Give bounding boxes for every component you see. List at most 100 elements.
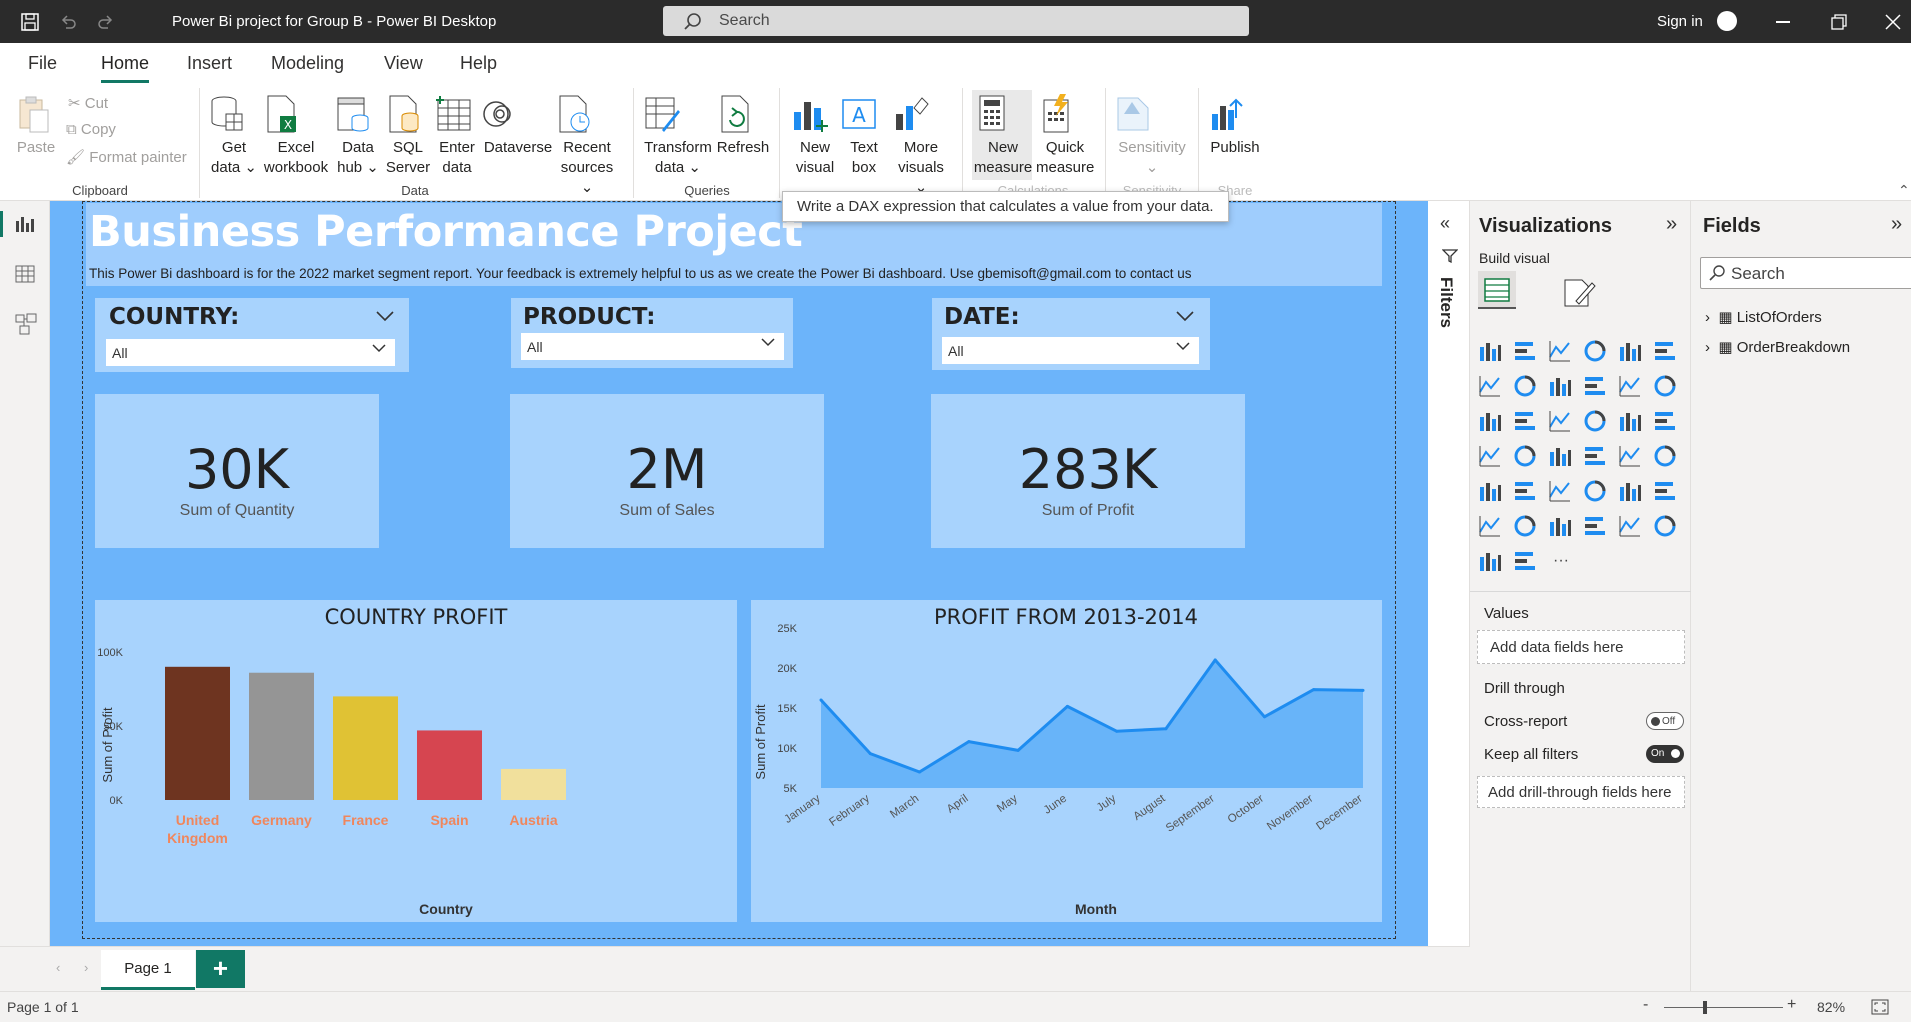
fit-to-page-icon[interactable]: [1871, 999, 1889, 1015]
visual-type-icon[interactable]: [1478, 479, 1504, 505]
collapse-fields-icon[interactable]: »: [1891, 213, 1902, 236]
prev-page-icon[interactable]: ‹: [56, 960, 60, 975]
new-visual-button[interactable]: Newvisual: [790, 94, 840, 178]
visual-type-icon[interactable]: [1618, 479, 1644, 505]
expand-filters-icon[interactable]: «: [1440, 213, 1450, 234]
add-page-button[interactable]: +: [196, 950, 245, 988]
avatar[interactable]: [1717, 11, 1737, 31]
page-tab[interactable]: Page 1: [101, 950, 195, 990]
visual-type-icon[interactable]: [1513, 409, 1539, 435]
visual-type-icon[interactable]: [1618, 409, 1644, 435]
menu-insert[interactable]: Insert: [187, 53, 232, 74]
visual-type-icon[interactable]: [1653, 409, 1679, 435]
visual-type-icon[interactable]: [1653, 514, 1679, 540]
keep-filters-toggle[interactable]: On: [1646, 745, 1684, 763]
more-visuals-icon[interactable]: ···: [1548, 549, 1574, 575]
country-profit-chart[interactable]: COUNTRY PROFIT Sum of Profit Country 0K5…: [95, 600, 737, 922]
fields-search-input[interactable]: Search: [1700, 257, 1911, 289]
redo-icon[interactable]: [96, 12, 116, 32]
kpi-card-profit[interactable]: 283K Sum of Profit: [931, 394, 1245, 548]
visual-type-icon[interactable]: [1618, 339, 1644, 365]
visual-type-icon[interactable]: [1653, 339, 1679, 365]
dataverse-button[interactable]: Dataverse: [480, 94, 556, 158]
sign-in-link[interactable]: Sign in: [1657, 13, 1703, 30]
report-view-icon[interactable]: [15, 215, 35, 233]
visual-type-icon[interactable]: [1618, 514, 1644, 540]
visual-type-icon[interactable]: [1478, 549, 1504, 575]
get-data-button[interactable]: Getdata ⌄: [208, 94, 260, 178]
visual-type-icon[interactable]: [1548, 444, 1574, 470]
visual-type-icon[interactable]: [1478, 374, 1504, 400]
format-visual-icon[interactable]: [1562, 277, 1596, 309]
recent-sources-button[interactable]: Recentsources ⌄: [554, 94, 620, 198]
undo-icon[interactable]: [58, 12, 78, 32]
sensitivity-button[interactable]: Sensitivity⌄: [1114, 94, 1190, 178]
text-box-button[interactable]: A Textbox: [840, 94, 888, 178]
visual-type-icon[interactable]: [1583, 444, 1609, 470]
visual-type-icon[interactable]: [1513, 549, 1539, 575]
model-view-icon[interactable]: [15, 313, 37, 335]
visual-type-icon[interactable]: [1548, 479, 1574, 505]
menu-help[interactable]: Help: [460, 53, 497, 74]
excel-workbook-button[interactable]: X Excelworkbook: [262, 94, 330, 178]
field-table-item[interactable]: › ▦ ListOfOrders: [1705, 308, 1822, 326]
visual-type-icon[interactable]: [1548, 409, 1574, 435]
visual-type-icon[interactable]: [1653, 374, 1679, 400]
publish-button[interactable]: Publish: [1206, 94, 1264, 158]
save-icon[interactable]: [20, 12, 40, 32]
chevron-down-icon[interactable]: [375, 310, 395, 322]
close-icon[interactable]: [1885, 14, 1901, 30]
quick-measure-button[interactable]: Quickmeasure: [1036, 94, 1094, 178]
search-box[interactable]: Search: [663, 6, 1249, 36]
visual-type-icon[interactable]: [1513, 514, 1539, 540]
visual-type-icon[interactable]: [1618, 444, 1644, 470]
visual-type-icon[interactable]: [1583, 514, 1609, 540]
enter-data-button[interactable]: Enterdata: [434, 94, 480, 178]
visual-type-icon[interactable]: [1548, 374, 1574, 400]
zoom-thumb[interactable]: [1703, 1001, 1707, 1014]
data-view-icon[interactable]: [15, 265, 35, 283]
refresh-button[interactable]: Refresh: [716, 94, 770, 158]
minimize-icon[interactable]: [1776, 21, 1790, 23]
filters-pane[interactable]: « Filters: [1428, 201, 1470, 946]
visual-type-icon[interactable]: [1513, 374, 1539, 400]
menu-file[interactable]: File: [28, 53, 57, 74]
zoom-out-button[interactable]: -: [1643, 996, 1648, 1014]
next-page-icon[interactable]: ›: [84, 960, 88, 975]
cross-report-toggle[interactable]: Off: [1646, 712, 1684, 730]
chevron-down-icon[interactable]: [1175, 310, 1195, 322]
sql-server-button[interactable]: SQLServer: [384, 94, 432, 178]
visual-type-icon[interactable]: [1583, 374, 1609, 400]
visual-type-icon[interactable]: [1478, 409, 1504, 435]
country-slicer[interactable]: COUNTRY: All: [95, 298, 409, 372]
profit-trend-chart[interactable]: PROFIT FROM 2013-2014 Sum of Profit Mont…: [751, 600, 1382, 922]
product-slicer[interactable]: PRODUCT: All: [511, 298, 793, 368]
visual-type-icon[interactable]: [1583, 409, 1609, 435]
menu-modeling[interactable]: Modeling: [271, 53, 344, 74]
visual-type-icon[interactable]: [1618, 374, 1644, 400]
new-measure-button[interactable]: Newmeasure: [972, 94, 1034, 178]
visual-type-icon[interactable]: [1513, 339, 1539, 365]
copy-button[interactable]: ⧉ Copy: [66, 121, 116, 138]
date-slicer[interactable]: DATE: All: [932, 298, 1210, 370]
field-table-item[interactable]: › ▦ OrderBreakdown: [1705, 338, 1850, 356]
visual-type-icon[interactable]: [1478, 339, 1504, 365]
menu-home[interactable]: Home: [101, 53, 149, 74]
add-data-fields-well[interactable]: Add data fields here: [1477, 630, 1685, 664]
visual-type-icon[interactable]: [1478, 444, 1504, 470]
kpi-card-quantity[interactable]: 30K Sum of Quantity: [95, 394, 379, 548]
restore-icon[interactable]: [1831, 14, 1847, 30]
more-visuals-button[interactable]: Morevisuals ⌄: [892, 94, 950, 198]
date-dropdown[interactable]: All: [942, 337, 1199, 364]
visual-type-icon[interactable]: [1583, 479, 1609, 505]
build-visual-tab[interactable]: [1478, 271, 1516, 309]
visual-type-icon[interactable]: [1548, 514, 1574, 540]
zoom-slider[interactable]: [1664, 1007, 1783, 1008]
visual-type-icon[interactable]: [1478, 514, 1504, 540]
cut-button[interactable]: ✂ Cut: [68, 94, 108, 112]
country-dropdown[interactable]: All: [106, 339, 395, 366]
product-dropdown[interactable]: All: [521, 333, 784, 360]
collapse-viz-icon[interactable]: »: [1666, 213, 1677, 236]
visual-type-icon[interactable]: [1513, 444, 1539, 470]
visual-type-icon[interactable]: [1653, 444, 1679, 470]
